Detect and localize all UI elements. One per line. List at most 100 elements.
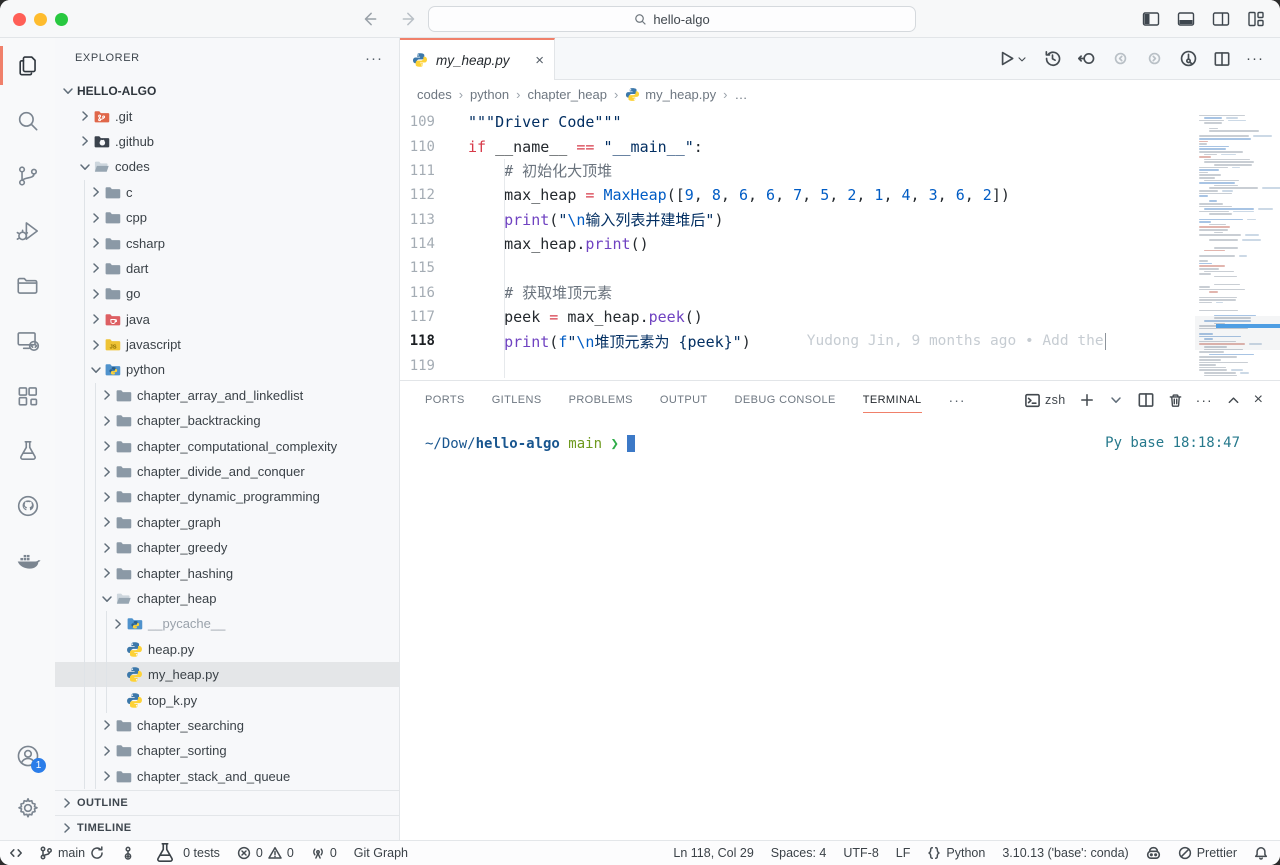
tree-item[interactable]: chapter_graph [55,510,399,535]
panel-tab-ports[interactable]: PORTS [425,381,465,419]
breadcrumb-item[interactable]: chapter_heap [527,87,607,102]
tree-item-root[interactable]: HELLO-ALGO [55,78,399,103]
command-center-search[interactable]: hello-algo [428,6,916,32]
code-line[interactable]: 110 if __name__ == "__main__": [400,134,1195,158]
activity-settings[interactable] [0,782,55,834]
commit-graph-icon[interactable] [1179,49,1198,68]
activity-github[interactable] [0,478,55,533]
tree-item[interactable]: python [55,357,399,382]
panel-tabs-more-icon[interactable]: ··· [949,392,966,408]
status-cursor-position[interactable]: Ln 118, Col 29 [673,846,753,860]
activity-explorer[interactable] [0,38,55,93]
status-problems[interactable]: 00 [237,846,294,860]
tree-item[interactable]: go [55,281,399,306]
tree-item[interactable]: codes [55,154,399,179]
file-history-icon[interactable] [1043,49,1062,68]
tree-item[interactable]: chapter_backtracking [55,408,399,433]
launch-profile[interactable]: zsh [1024,392,1066,409]
tab-my-heap-py[interactable]: my_heap.py × [400,38,555,80]
tree-item[interactable]: chapter_heap [55,586,399,611]
tree-item[interactable]: java [55,307,399,332]
tree-item[interactable]: csharp [55,230,399,255]
go-back-icon[interactable] [358,7,382,31]
status-ports[interactable]: 0 [311,846,337,860]
code-line[interactable]: 117 peek = max_heap.peek() [400,305,1195,329]
code-line[interactable]: 114 max_heap.print() [400,232,1195,256]
kill-terminal-icon[interactable] [1168,393,1183,408]
tree-item[interactable]: chapter_computational_complexity [55,433,399,458]
code-line[interactable]: 115 [400,256,1195,280]
maximize-panel-icon[interactable] [1226,393,1241,408]
activity-remote-explorer[interactable] [0,313,55,368]
status-python-interpreter[interactable]: 3.10.13 ('base': conda) [1002,846,1128,860]
open-changes-icon[interactable] [1077,49,1096,68]
status-git-graph[interactable]: Git Graph [354,846,408,860]
code-line[interactable]: 118 print(f"\n堆顶元素为 {peek}")Yudong Jin, … [400,329,1195,353]
terminal-dropdown-icon[interactable] [1108,392,1124,408]
tree-item[interactable]: chapter_greedy [55,535,399,560]
next-change-icon[interactable] [1145,49,1164,68]
run-python-file-icon[interactable] [997,49,1028,68]
code-line[interactable]: 109 """Driver Code""" [400,110,1195,134]
tree-item[interactable]: chapter_dynamic_programming [55,484,399,509]
close-window-button[interactable] [13,13,26,26]
status-language-mode[interactable]: Python [927,846,985,860]
split-editor-icon[interactable] [1213,50,1231,68]
customize-layout-icon[interactable] [1244,7,1268,31]
tree-item[interactable]: chapter_hashing [55,560,399,585]
minimize-window-button[interactable] [34,13,47,26]
tree-item[interactable]: cpp [55,205,399,230]
tree-item[interactable]: chapter_searching [55,713,399,738]
toggle-panel-icon[interactable] [1174,7,1198,31]
tree-item[interactable]: chapter_sorting [55,738,399,763]
tree-item[interactable]: dart [55,256,399,281]
more-actions-icon[interactable]: ··· [1246,50,1264,67]
status-branch[interactable]: main [39,846,104,860]
tree-item[interactable]: chapter_divide_and_conquer [55,459,399,484]
go-forward-icon[interactable] [397,7,421,31]
code-line[interactable]: 113 print("\n输入列表并建堆后") [400,207,1195,231]
activity-docker[interactable] [0,533,55,588]
status-remote[interactable] [8,846,22,860]
tree-item[interactable]: c [55,180,399,205]
toggle-primary-sidebar-icon[interactable] [1139,7,1163,31]
status-indentation[interactable]: Spaces: 4 [771,846,827,860]
terminal-view[interactable]: ~/Dow/hello-algo main ❯ Py base 18:18:47 [400,419,1280,840]
panel-more-icon[interactable]: ··· [1196,392,1213,408]
panel-tab-output[interactable]: OUTPUT [660,381,708,419]
close-panel-icon[interactable]: × [1254,391,1264,409]
status-prettier[interactable]: Prettier [1178,846,1237,860]
section-outline[interactable]: OUTLINE [55,790,399,815]
status-gitlens[interactable] [121,846,135,860]
tree-item[interactable]: chapter_stack_and_queue [55,764,399,789]
panel-tab-debug-console[interactable]: DEBUG CONSOLE [735,381,836,419]
status-encoding[interactable]: UTF-8 [843,846,878,860]
activity-accounts[interactable]: 1 [0,730,55,782]
minimap[interactable] [1195,108,1280,380]
toggle-secondary-sidebar-icon[interactable] [1209,7,1233,31]
status-copilot[interactable] [1146,846,1161,861]
breadcrumb-item[interactable]: codes [417,87,452,102]
activity-source-control[interactable] [0,148,55,203]
section-timeline[interactable]: TIMELINE [55,815,399,840]
activity-extensions[interactable] [0,368,55,423]
status-notifications[interactable] [1254,846,1268,860]
status-eol[interactable]: LF [896,846,911,860]
zoom-window-button[interactable] [55,13,68,26]
tree-item[interactable]: .git [55,103,399,128]
tree-item[interactable]: chapter_array_and_linkedlist [55,383,399,408]
activity-testing[interactable] [0,423,55,478]
status-tests[interactable]: 0 tests [152,840,220,865]
activity-search[interactable] [0,93,55,148]
code-line[interactable]: 116 # 获取堆顶元素 [400,280,1195,304]
panel-tab-problems[interactable]: PROBLEMS [569,381,633,419]
activity-run-debug[interactable] [0,203,55,258]
close-tab-icon[interactable]: × [535,52,544,69]
tree-item[interactable]: JS javascript [55,332,399,357]
tree-item[interactable]: .github [55,129,399,154]
breadcrumb-item[interactable]: … [734,87,747,102]
panel-tab-terminal[interactable]: TERMINAL [863,381,922,419]
split-terminal-icon[interactable] [1137,391,1155,409]
breadcrumb-item[interactable]: my_heap.py [625,87,716,102]
new-terminal-icon[interactable] [1079,392,1095,408]
